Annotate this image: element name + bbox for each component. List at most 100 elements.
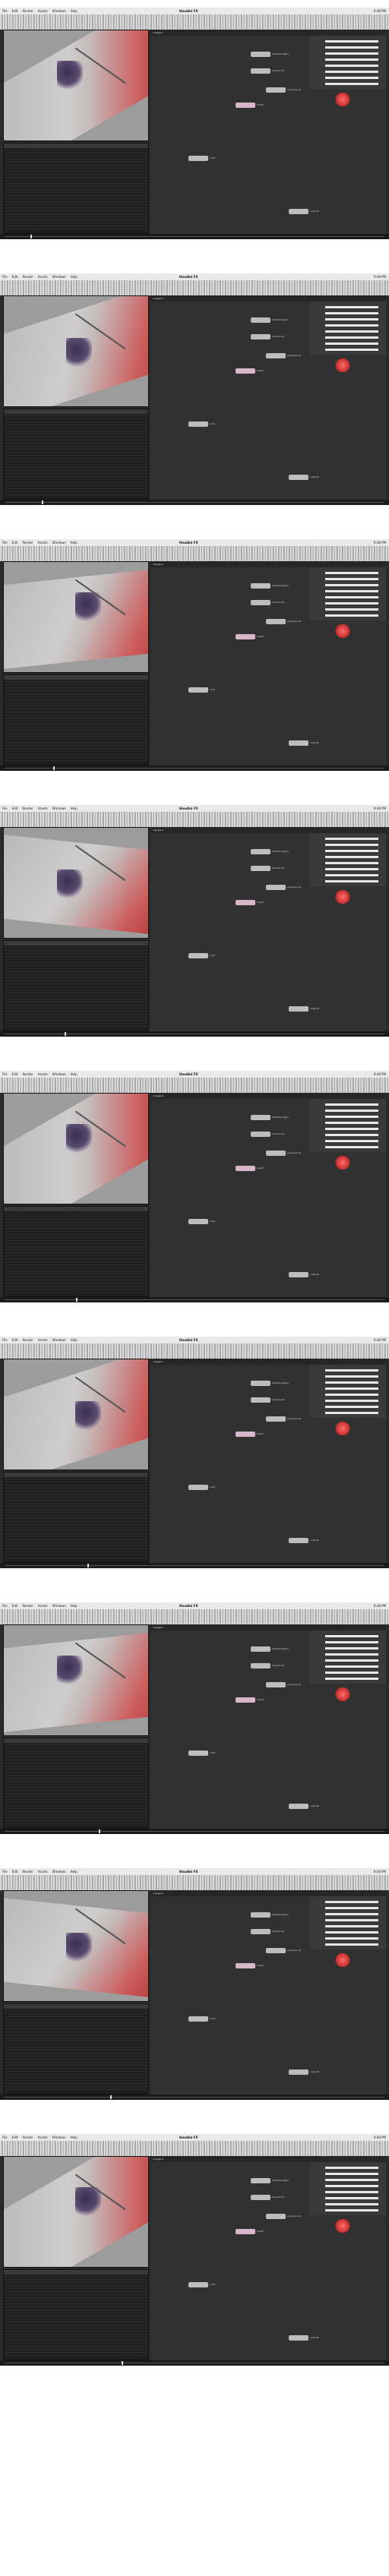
menu-item[interactable]: Windows <box>52 1338 66 1342</box>
parameter-field[interactable] <box>325 1369 378 1372</box>
menu-item[interactable]: Edit <box>12 807 18 810</box>
network-node[interactable] <box>266 619 286 624</box>
menu-item[interactable]: File <box>2 1870 8 1874</box>
scene-viewport[interactable] <box>3 1890 149 2002</box>
menu-item[interactable]: Edit <box>12 1870 18 1874</box>
shelf-toolbar[interactable] <box>0 1609 389 1624</box>
network-node[interactable] <box>266 353 286 358</box>
scene-viewport[interactable] <box>3 30 149 141</box>
parameter-field[interactable] <box>325 2179 378 2181</box>
network-node[interactable] <box>266 1948 286 1953</box>
timeline-cursor[interactable] <box>65 1032 66 1036</box>
parameter-panel[interactable] <box>310 1365 386 1418</box>
menu-item[interactable]: Assets <box>38 2136 48 2139</box>
parameter-field[interactable] <box>325 1653 378 1656</box>
geometry-spreadsheet[interactable] <box>3 1472 149 1563</box>
scene-viewport[interactable] <box>3 2156 149 2268</box>
network-node[interactable] <box>188 156 208 161</box>
parameter-field[interactable] <box>325 46 378 49</box>
parameter-panel[interactable] <box>310 1099 386 1152</box>
parameter-field[interactable] <box>325 2209 378 2211</box>
timeline-cursor[interactable] <box>87 1564 89 1567</box>
geometry-spreadsheet[interactable] <box>3 1206 149 1297</box>
parameter-field[interactable] <box>325 862 378 864</box>
menu-item[interactable]: File <box>2 1338 8 1342</box>
network-node[interactable] <box>188 687 208 693</box>
network-node[interactable] <box>236 634 255 639</box>
menu-item[interactable]: Render <box>22 9 33 13</box>
menu-item[interactable]: Windows <box>52 1604 66 1608</box>
parameter-field[interactable] <box>325 590 378 592</box>
parameter-field[interactable] <box>325 324 378 327</box>
timeline-cursor[interactable] <box>53 766 55 770</box>
menu-item[interactable]: File <box>2 541 8 545</box>
network-node[interactable] <box>251 1132 270 1137</box>
network-node[interactable] <box>289 209 308 214</box>
network-node[interactable] <box>289 2335 308 2341</box>
network-node[interactable] <box>289 1804 308 1809</box>
network-node[interactable] <box>188 2016 208 2022</box>
network-node[interactable] <box>251 1397 270 1403</box>
parameter-field[interactable] <box>325 1387 378 1390</box>
parameter-panel[interactable] <box>310 1896 386 1949</box>
network-node[interactable] <box>188 953 208 958</box>
menu-item[interactable]: Assets <box>38 1338 48 1342</box>
geometry-spreadsheet[interactable] <box>3 2269 149 2360</box>
menu-item[interactable]: Edit <box>12 275 18 279</box>
network-node[interactable] <box>188 1485 208 1490</box>
menu-item[interactable]: Windows <box>52 1870 66 1874</box>
shelf-toolbar[interactable] <box>0 812 389 827</box>
menu-item[interactable]: Help <box>71 1604 77 1608</box>
menu-item[interactable]: Windows <box>52 1072 66 1076</box>
menu-item[interactable]: Render <box>22 1870 33 1874</box>
network-node[interactable] <box>251 1115 270 1120</box>
parameter-field[interactable] <box>325 844 378 846</box>
menu-item[interactable]: Edit <box>12 1604 18 1608</box>
menu-item[interactable]: Assets <box>38 541 48 545</box>
menu-item[interactable]: Help <box>71 275 77 279</box>
network-node[interactable] <box>251 68 270 74</box>
menu-item[interactable]: Help <box>71 2136 77 2139</box>
parameter-field[interactable] <box>325 1907 378 1909</box>
parameter-field[interactable] <box>325 1919 378 1921</box>
menu-item[interactable]: Assets <box>38 807 48 810</box>
shelf-toolbar[interactable] <box>0 280 389 295</box>
menu-item[interactable]: Assets <box>38 9 48 13</box>
parameter-field[interactable] <box>325 2203 378 2205</box>
parameter-field[interactable] <box>325 850 378 852</box>
network-node[interactable] <box>188 1750 208 1756</box>
parameter-field[interactable] <box>325 1394 378 1396</box>
timeline-cursor[interactable] <box>42 500 43 504</box>
timeline-bar[interactable] <box>0 2360 389 2366</box>
network-node[interactable] <box>266 2214 286 2219</box>
network-node[interactable] <box>251 2195 270 2200</box>
timeline-bar[interactable] <box>0 1031 389 1037</box>
parameter-field[interactable] <box>325 1943 378 1946</box>
menu-item[interactable]: Windows <box>52 807 66 810</box>
geometry-spreadsheet[interactable] <box>3 143 149 234</box>
timeline-bar[interactable] <box>0 2095 389 2100</box>
parameter-field[interactable] <box>325 52 378 55</box>
parameter-field[interactable] <box>325 1925 378 1927</box>
parameter-field[interactable] <box>325 1665 378 1668</box>
timeline-bar[interactable] <box>0 500 389 505</box>
parameter-field[interactable] <box>325 312 378 314</box>
menu-item[interactable]: Edit <box>12 1338 18 1342</box>
network-node[interactable] <box>188 2282 208 2287</box>
menu-item[interactable]: Assets <box>38 1604 48 1608</box>
timeline-cursor[interactable] <box>76 1298 77 1302</box>
parameter-field[interactable] <box>325 1647 378 1649</box>
network-node[interactable] <box>251 1929 270 1934</box>
scene-viewport[interactable] <box>3 1359 149 1470</box>
menu-item[interactable]: Render <box>22 807 33 810</box>
parameter-field[interactable] <box>325 1134 378 1136</box>
network-node[interactable] <box>236 103 255 108</box>
parameter-field[interactable] <box>325 1937 378 1940</box>
menu-item[interactable]: Render <box>22 1072 33 1076</box>
network-node[interactable] <box>251 1663 270 1668</box>
parameter-field[interactable] <box>325 868 378 870</box>
network-node[interactable] <box>236 1963 255 1968</box>
parameter-field[interactable] <box>325 318 378 320</box>
menu-item[interactable]: Help <box>71 1870 77 1874</box>
geometry-spreadsheet[interactable] <box>3 674 149 766</box>
